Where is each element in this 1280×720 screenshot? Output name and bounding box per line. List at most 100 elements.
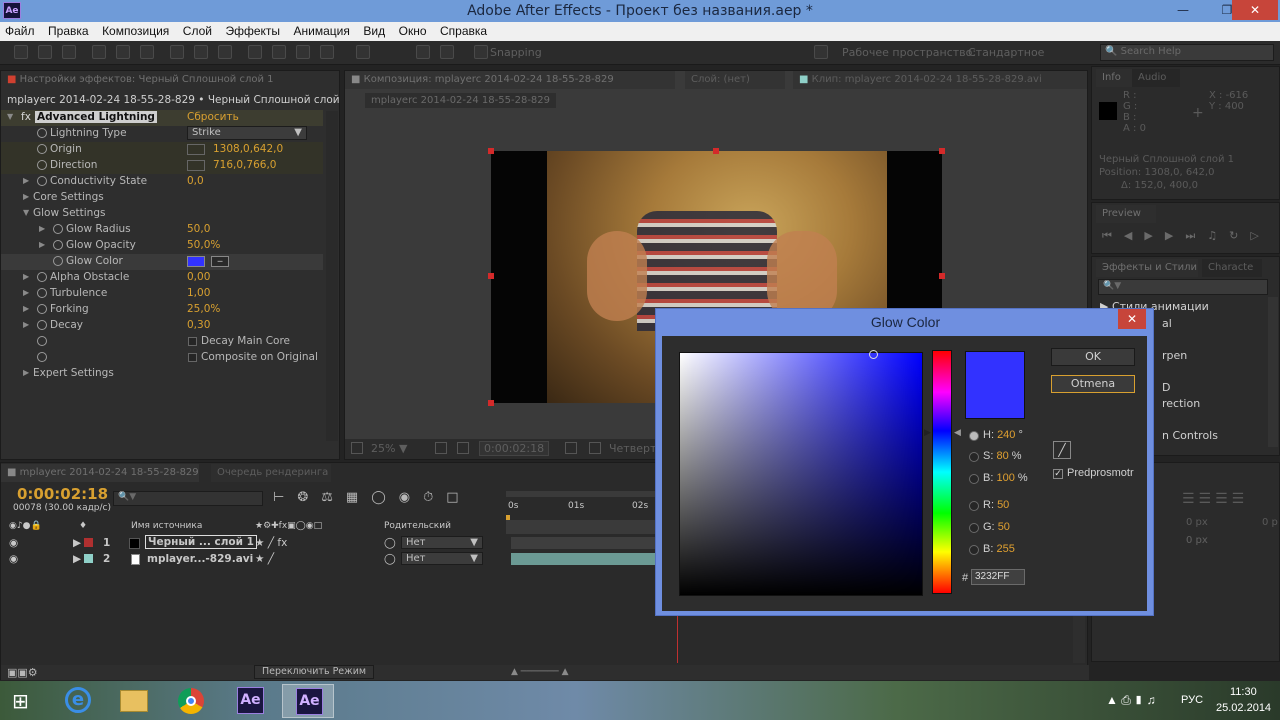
frame-blending-icon[interactable]: ◯ — [371, 490, 399, 505]
clone-stamp-tool-icon[interactable] — [272, 45, 286, 59]
close-window-button[interactable]: ✕ — [1232, 0, 1278, 20]
ok-button[interactable]: OK — [1051, 348, 1135, 366]
layer-row[interactable]: ◉ ▶ 1 Черный ... слой 1 ★ ╱ fx ◯ Нет ▼ — [1, 535, 506, 551]
play-icon[interactable]: ▶ — [1144, 229, 1164, 242]
motion-blur-icon[interactable]: ◉ — [399, 490, 423, 505]
eyedropper-icon[interactable]: ╱ — [1053, 441, 1071, 459]
footer-icons[interactable]: ▣▣⚙ — [7, 666, 38, 679]
stopwatch-icon[interactable] — [37, 336, 47, 346]
axis-mode-icon[interactable] — [416, 45, 430, 59]
hue-slider[interactable] — [932, 350, 952, 594]
effects-list-item[interactable]: al — [1162, 317, 1172, 330]
rotation-tool-icon[interactable] — [92, 45, 106, 59]
parent-header[interactable]: Родительский — [384, 521, 451, 531]
layer-label-color[interactable] — [84, 538, 93, 547]
forking-value[interactable]: 25,0% — [187, 303, 220, 315]
source-name-header[interactable]: Имя источника — [131, 521, 202, 531]
tray-icons[interactable]: ▲ ⎙ ▮ ♫ — [1106, 693, 1156, 708]
tab-effect-controls[interactable]: ■ Настройки эффектов: Черный Сплошной сл… — [1, 71, 321, 89]
blue-radio[interactable] — [969, 545, 979, 555]
layer-handle[interactable] — [939, 148, 945, 154]
eraser-tool-icon[interactable] — [296, 45, 310, 59]
effects-list-item[interactable]: n Controls — [1162, 429, 1218, 442]
core-settings-row[interactable]: ▶ Core Settings — [1, 190, 323, 206]
pan-behind-tool-icon[interactable] — [140, 45, 154, 59]
snapshot-icon[interactable] — [565, 442, 577, 454]
eye-icon[interactable]: ◉ — [9, 537, 18, 549]
brightness-field[interactable]: B: 100 % — [983, 472, 1028, 484]
layer-row[interactable]: ◉ ▶ 2 mplayer...-829.avi ★ ╱ ◯ Нет ▼ — [1, 551, 506, 567]
eye-icon[interactable]: ◉ — [9, 553, 18, 565]
crosshair-icon[interactable] — [187, 160, 205, 171]
stopwatch-icon[interactable]: ⏱ — [423, 490, 446, 505]
parent-select[interactable]: Нет ▼ — [401, 536, 483, 549]
menu-window[interactable]: Окно — [394, 22, 432, 40]
rectangle-tool-icon[interactable] — [170, 45, 184, 59]
after-effects-active-button[interactable]: Ae — [282, 684, 334, 718]
hex-input[interactable]: 3232FF — [971, 569, 1025, 585]
brush-tool-icon[interactable] — [248, 45, 262, 59]
cancel-button[interactable]: Otmena — [1051, 375, 1135, 393]
saturation-brightness-field[interactable] — [679, 350, 923, 596]
camera-tool-icon[interactable] — [116, 45, 130, 59]
live-update-icon[interactable]: ❂ — [297, 490, 321, 505]
hide-shy-icon[interactable]: ▦ — [346, 490, 371, 505]
stopwatch-icon[interactable] — [37, 352, 47, 362]
parent-select[interactable]: Нет ▼ — [401, 552, 483, 565]
timeline-timecode[interactable]: 0:00:02:18 — [17, 485, 108, 503]
effects-list-item[interactable]: rpen — [1162, 349, 1187, 362]
safe-zones-icon[interactable] — [435, 442, 447, 454]
effects-search-input[interactable]: 🔍▼ — [1098, 279, 1268, 295]
mute-icon[interactable]: ♫ — [1207, 229, 1229, 242]
stopwatch-icon[interactable] — [37, 176, 47, 186]
minimize-button[interactable]: — — [1169, 0, 1197, 20]
expert-settings-row[interactable]: ▶ Expert Settings — [1, 366, 323, 382]
h-radio[interactable] — [969, 431, 979, 441]
pen-tool-icon[interactable] — [194, 45, 208, 59]
indent-left-value[interactable]: 0 px — [1186, 517, 1208, 528]
indent-right-value[interactable]: 0 p — [1262, 517, 1278, 528]
stopwatch-icon[interactable] — [37, 320, 47, 330]
comp-mini-flowchart-icon[interactable]: ⊢ — [273, 490, 297, 505]
tab-footage[interactable]: ■ Клип: mplayerc 2014-02-24 18-55-28-829… — [793, 71, 1087, 89]
layer-name[interactable]: mplayer...-829.avi — [147, 553, 253, 565]
crosshair-icon[interactable] — [187, 144, 205, 155]
zoom-select[interactable]: 25% ▼ — [371, 442, 407, 455]
pickwhip-icon[interactable]: ◯ — [384, 553, 396, 565]
clock-time[interactable]: 11:30 — [1230, 686, 1257, 698]
tab-timeline[interactable]: ■ mplayerc 2014-02-24 18-55-28-829 — [1, 464, 199, 482]
effect-panel-scrollbar[interactable] — [326, 111, 338, 441]
internet-explorer-button[interactable]: e — [52, 684, 104, 718]
layer-handle[interactable] — [488, 400, 494, 406]
stopwatch-icon[interactable] — [37, 272, 47, 282]
workspace-icon[interactable] — [814, 45, 828, 59]
tab-render-queue[interactable]: Очередь рендеринга — [211, 464, 331, 482]
s-radio[interactable] — [969, 452, 979, 462]
workspace-value[interactable]: Стандартное — [968, 46, 1044, 59]
origin-value[interactable]: 1308,0,642,0 — [213, 143, 283, 155]
timeline-search-input[interactable]: 🔍▼ — [113, 491, 263, 506]
prev-frame-icon[interactable]: ◀ — [1124, 229, 1144, 242]
pickwhip-icon[interactable]: ◯ — [384, 537, 396, 549]
layer-handle[interactable] — [939, 273, 945, 279]
chrome-button[interactable] — [166, 684, 218, 718]
tab-info[interactable]: Info — [1096, 69, 1132, 87]
tab-preview[interactable]: Preview — [1096, 205, 1156, 223]
tab-character[interactable]: Characte — [1202, 259, 1262, 277]
stopwatch-icon[interactable] — [53, 224, 63, 234]
layer-label-color[interactable] — [84, 554, 93, 563]
after-effects-button[interactable]: Ae — [224, 684, 276, 718]
preview-checkbox[interactable]: ✓ — [1053, 469, 1063, 479]
zoom-tool-icon[interactable] — [62, 45, 76, 59]
dialog-close-button[interactable]: ✕ — [1118, 309, 1146, 329]
layer-handle[interactable] — [488, 273, 494, 279]
s-field[interactable]: S: 80 % — [983, 450, 1022, 462]
glow-color-swatch[interactable] — [187, 256, 205, 267]
hue-slider-left-arrow[interactable]: ▶ — [924, 428, 931, 438]
tab-audio[interactable]: Audio — [1132, 69, 1180, 87]
tab-composition[interactable]: ■ Композиция: mplayerc 2014-02-24 18-55-… — [345, 71, 675, 89]
effects-scrollbar[interactable] — [1268, 297, 1278, 447]
space-after-value[interactable]: 0 px — [1186, 535, 1208, 546]
composition-breadcrumb[interactable]: mplayerc 2014-02-24 18-55-28-829 — [365, 93, 557, 108]
stopwatch-icon[interactable] — [37, 160, 47, 170]
